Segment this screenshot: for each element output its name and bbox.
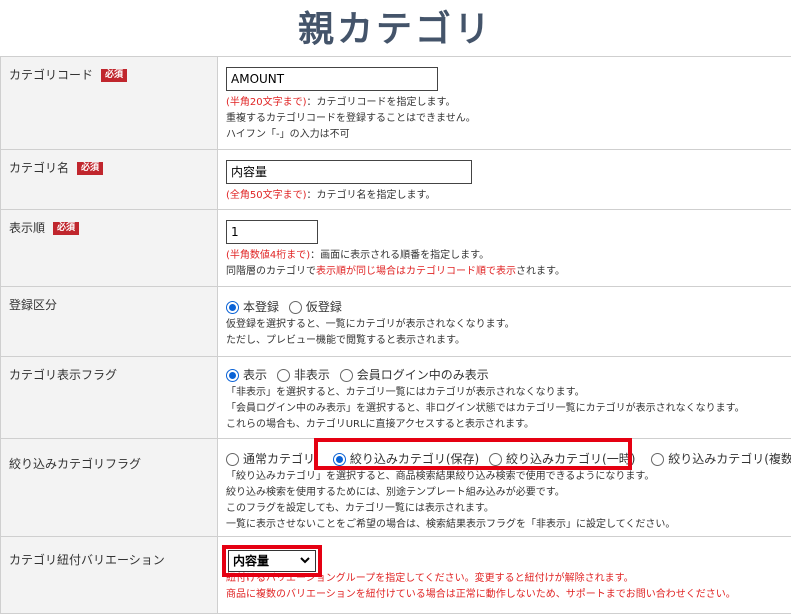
note-text: ：カテゴリコードを指定します。 [306, 97, 456, 108]
radio-button[interactable] [226, 452, 239, 466]
radio-label: 通常カテゴリ [243, 452, 316, 466]
radio-button[interactable] [226, 300, 239, 314]
radio-label: 絞り込みカテゴリ(複数) [668, 452, 791, 466]
required-badge: 必須 [101, 69, 128, 82]
field-label: カテゴリコード [9, 68, 94, 82]
display-order-input[interactable]: 1 [226, 220, 318, 244]
radio-label: 仮登録 [305, 300, 342, 314]
note-text: ：カテゴリ名を指定します。 [306, 190, 436, 201]
select-value: 内容量 [233, 554, 270, 568]
chevron-down-icon [300, 554, 310, 570]
radio-option-honroku[interactable]: 本登録 [226, 299, 279, 315]
note-text: されます。 [516, 266, 565, 277]
note-text: 絞り込み検索を使用するためには、別途テンプレート組み込みが必要です。 [226, 487, 565, 498]
note-limit: (全角50文字まで) [226, 190, 307, 201]
label-cell: カテゴリコード 必須 [0, 57, 218, 149]
note-text: ：画面に表示される順番を指定します。 [310, 250, 490, 261]
radio-button[interactable] [651, 452, 665, 466]
note-text: 「絞り込みカテゴリ」を選択すると、商品検索結果絞り込み検索で使用できるようになり… [226, 471, 655, 482]
registration-radio-group: 本登録 仮登録 [226, 299, 348, 318]
radio-option-normal[interactable]: 通常カテゴリ [226, 451, 315, 467]
note-limit: (半角数値4桁まで) [226, 250, 311, 261]
note-text: このフラグを設定しても、カテゴリ一覧には表示されます。 [226, 503, 494, 514]
radio-button[interactable] [288, 300, 302, 314]
note-text: 「会員ログイン中のみ表示」を選択すると、非ログイン状態ではカテゴリ一覧にカテゴリ… [226, 403, 745, 414]
category-form: カテゴリコード 必須 AMOUNT (半角20文字まで)：カテゴリコードを指定しま… [0, 56, 791, 614]
required-badge: 必須 [77, 162, 104, 175]
required-badge: 必須 [53, 222, 80, 235]
page-title: 親カテゴリ [297, 9, 493, 50]
note-limit: (半角20文字まで) [226, 97, 307, 108]
note-text: 同階層のカテゴリで [226, 266, 316, 277]
radio-label: 非表示 [293, 368, 330, 382]
radio-label: 表示 [243, 368, 268, 382]
field-label: 表示順 [9, 221, 46, 235]
note-text: 一覧に表示させないことをご希望の場合は、検索結果表示フラグを「非表示」に設定して… [226, 519, 676, 530]
radio-label: 本登録 [243, 300, 280, 314]
field-label: カテゴリ名 [9, 161, 70, 175]
highlight-box [314, 438, 632, 470]
radio-option-kariroku[interactable]: 仮登録 [288, 299, 342, 315]
field-label: 登録区分 [9, 298, 58, 312]
field-label: 絞り込みカテゴリフラグ [9, 457, 142, 471]
row-display-flag: カテゴリ表示フラグ 表示 非表示 会員ログイン中のみ表示 「非表示」を選択すると… [0, 356, 791, 438]
row-variation: カテゴリ紐付バリエーション 紐付けるバリエーショングループを指定してください。変… [0, 536, 791, 614]
note-warning: 商品に複数のバリエーションを紐付けている場合は正常に動作しないため、サポートまで… [226, 589, 736, 600]
note-text: これらの場合も、カテゴリURLに直接アクセスすると表示されます。 [226, 419, 535, 430]
row-filter-flag: 絞り込みカテゴリフラグ 通常カテゴリ 絞り込みカテゴリ(保存) 絞り込みカテゴリ… [0, 438, 791, 536]
note-text: ハイフン「-」の入力は不可 [226, 129, 350, 140]
radio-option-members-only[interactable]: 会員ログイン中のみ表示 [339, 367, 489, 383]
note-text: ただし、プレビュー機能で閲覧すると表示されます。 [226, 335, 465, 346]
field-label: カテゴリ表示フラグ [9, 368, 118, 382]
field-label: カテゴリ紐付バリエーション [9, 553, 165, 567]
row-registration-type: 登録区分 本登録 仮登録 仮登録を選択すると、一覧にカテゴリが表示されなくなりま… [0, 286, 791, 356]
row-display-order: 表示順 必須 1 (半角数値4桁まで)：画面に表示される順番を指定します。 同階層… [0, 209, 791, 286]
note-emphasis: 表示順が同じ場合はカテゴリコード順で表示 [316, 266, 516, 277]
radio-option-filter-multi[interactable]: 絞り込みカテゴリ(複数) [651, 451, 791, 467]
radio-button[interactable] [276, 368, 290, 382]
note-text: 仮登録を選択すると、一覧にカテゴリが表示されなくなります。 [226, 319, 515, 330]
row-category-code: カテゴリコード 必須 AMOUNT (半角20文字まで)：カテゴリコードを指定しま… [0, 56, 791, 149]
radio-option-show[interactable]: 表示 [226, 367, 267, 383]
variation-select[interactable]: 内容量 [228, 550, 316, 572]
radio-button[interactable] [226, 368, 239, 382]
display-flag-radio-group: 表示 非表示 会員ログイン中のみ表示 [226, 367, 495, 386]
radio-label: 会員ログイン中のみ表示 [356, 368, 489, 382]
radio-button[interactable] [339, 368, 353, 382]
category-name-input[interactable]: 内容量 [226, 160, 472, 184]
note-text: 「非表示」を選択すると、カテゴリ一覧にはカテゴリが表示されなくなります。 [226, 387, 585, 398]
note-text: 重複するカテゴリコードを登録することはできません。 [226, 113, 476, 124]
category-code-input[interactable]: AMOUNT [226, 67, 438, 91]
row-category-name: カテゴリ名 必須 内容量 (全角50文字まで)：カテゴリ名を指定します。 [0, 149, 791, 209]
radio-option-hide[interactable]: 非表示 [276, 367, 330, 383]
